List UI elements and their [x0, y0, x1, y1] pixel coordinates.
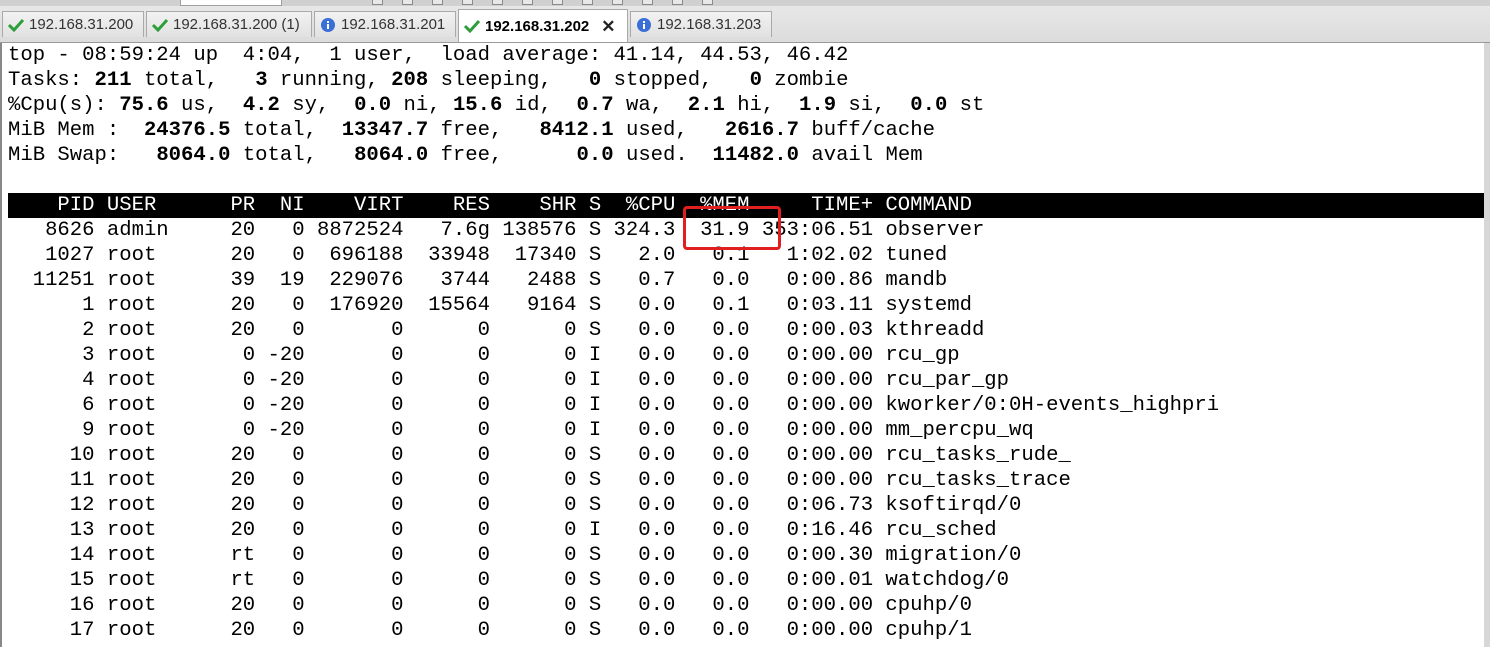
tasks-total-value: 211: [94, 69, 132, 92]
toolbar-button[interactable]: [522, 0, 533, 5]
toolbar-button[interactable]: [642, 0, 653, 5]
tasks-zombie-value: 0: [749, 69, 762, 92]
close-icon[interactable]: ✕: [601, 18, 615, 35]
check-icon: [463, 17, 481, 35]
process-row: 6 root 0 -20 0 0 0 I 0.0 0.0 0:00.00 kwo…: [8, 394, 1220, 417]
toolbar-button[interactable]: [492, 0, 503, 5]
toolbar-button[interactable]: [432, 0, 443, 5]
tab-label: 192.168.31.202: [485, 17, 590, 35]
check-icon: [7, 16, 25, 34]
tab-label: 192.168.31.203: [657, 16, 762, 33]
process-row: 12 root 20 0 0 0 0 S 0.0 0.0 0:06.73 kso…: [8, 494, 1022, 517]
session-tab-bar: 192.168.31.200 192.168.31.200 (1) 192.16…: [0, 0, 1490, 43]
process-table-header: PID USER PR NI VIRT RES SHR S %CPU %MEM …: [8, 193, 1484, 218]
process-row: 1 root 20 0 176920 15564 9164 S 0.0 0.1 …: [8, 294, 972, 317]
process-row: 16 root 20 0 0 0 0 S 0.0 0.0 0:00.00 cpu…: [8, 594, 972, 617]
toolbar-button[interactable]: [612, 0, 623, 5]
tab-192-168-31-202[interactable]: 192.168.31.202 ✕: [458, 9, 628, 42]
toolbar-strip: [0, 0, 1490, 6]
process-row: 11251 root 39 19 229076 3744 2488 S 0.7 …: [8, 269, 948, 292]
tasks-stopped-value: 0: [588, 69, 602, 92]
swap-line: MiB Swap: 8064.0 total, 8064.0 free, 0.0…: [8, 144, 923, 167]
cpu-line: %Cpu(s): 75.6 us, 4.2 sy, 0.0 ni, 15.6 i…: [8, 94, 985, 117]
tab-192-168-31-201[interactable]: 192.168.31.201: [314, 11, 456, 37]
tab-192-168-31-200[interactable]: 192.168.31.200: [2, 11, 144, 37]
tasks-line: Tasks: 211 total, 3 running, 208 sleepin…: [8, 69, 849, 92]
process-row: 9 root 0 -20 0 0 0 I 0.0 0.0 0:00.00 mm_…: [8, 419, 1034, 442]
process-row: 13 root 20 0 0 0 0 I 0.0 0.0 0:16.46 rcu…: [8, 519, 997, 542]
tasks-sleeping-value: 208: [391, 69, 429, 92]
toolbar-button[interactable]: [702, 0, 713, 5]
process-row: 14 root rt 0 0 0 0 S 0.0 0.0 0:00.30 mig…: [8, 544, 1022, 567]
toolbar-button[interactable]: [552, 0, 563, 5]
process-row: 15 root rt 0 0 0 0 S 0.0 0.0 0:00.01 wat…: [8, 569, 1010, 592]
process-row: 10 root 20 0 0 0 0 S 0.0 0.0 0:00.00 rcu…: [8, 444, 1071, 467]
process-row: 2 root 20 0 0 0 0 S 0.0 0.0 0:00.03 kthr…: [8, 319, 985, 342]
info-icon: [319, 16, 337, 34]
column-headers: PID USER PR NI VIRT RES SHR S %CPU %MEM …: [8, 194, 972, 217]
vertical-scrollbar[interactable]: [1484, 43, 1490, 647]
toolbar-button[interactable]: [582, 0, 593, 5]
tab-label: 192.168.31.200 (1): [173, 16, 300, 33]
process-row: 3 root 0 -20 0 0 0 I 0.0 0.0 0:00.00 rcu…: [8, 344, 960, 367]
toolbar-button[interactable]: [372, 0, 383, 5]
mem-line: MiB Mem : 24376.5 total, 13347.7 free, 8…: [8, 119, 935, 142]
tab-192-168-31-203[interactable]: 192.168.31.203: [630, 11, 772, 37]
tasks-running-value: 3: [255, 69, 268, 92]
toolbar-address-field[interactable]: [180, 0, 282, 6]
tab-label: 192.168.31.200: [29, 16, 134, 33]
process-row: 1027 root 20 0 696188 33948 17340 S 2.0 …: [8, 244, 948, 267]
toolbar-button[interactable]: [672, 0, 683, 5]
process-row: 11 root 20 0 0 0 0 S 0.0 0.0 0:00.00 rcu…: [8, 469, 1071, 492]
uptime-line: top - 08:59:24 up 4:04, 1 user, load ave…: [8, 44, 849, 67]
process-row: 4 root 0 -20 0 0 0 I 0.0 0.0 0:00.00 rcu…: [8, 369, 1010, 392]
check-icon: [151, 16, 169, 34]
toolbar-button[interactable]: [402, 0, 413, 5]
tab-label: 192.168.31.201: [341, 16, 446, 33]
process-row: 17 root 20 0 0 0 0 S 0.0 0.0 0:00.00 cpu…: [8, 619, 972, 642]
toolbar-button[interactable]: [462, 0, 473, 5]
tab-192-168-31-200-1[interactable]: 192.168.31.200 (1): [146, 11, 312, 37]
process-row: 8626 admin 20 0 8872524 7.6g 138576 S 32…: [8, 219, 985, 242]
info-icon: [635, 16, 653, 34]
